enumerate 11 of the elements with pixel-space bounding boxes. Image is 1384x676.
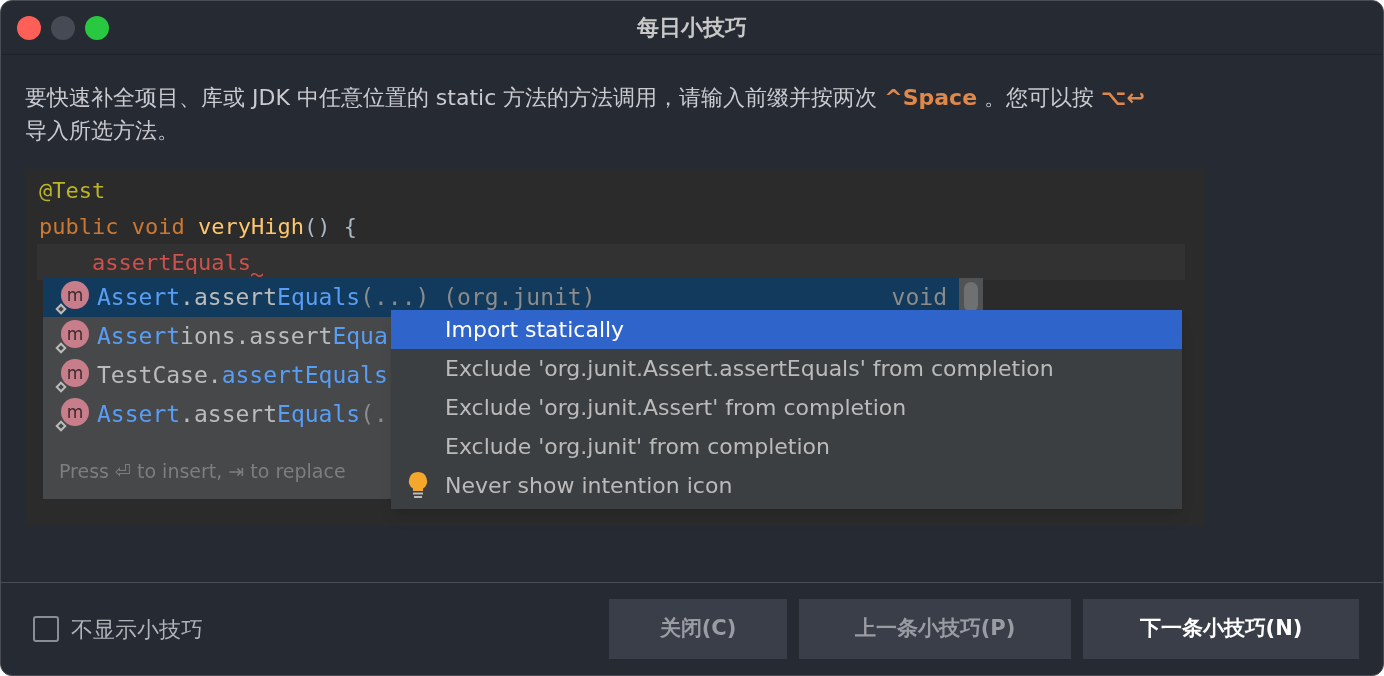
return-type: void: [891, 283, 947, 313]
completion-text: Assertions.assertEqua: [97, 322, 388, 352]
completion-text: TestCase.assertEquals: [97, 361, 388, 391]
checkbox-label: 不显示小技巧: [71, 615, 203, 644]
code-line: @Test: [38, 176, 106, 205]
code-line: assertEquals: [91, 248, 251, 277]
completion-text: Assert.assertEquals(.: [97, 400, 388, 430]
code-line: public void veryHigh() {: [38, 212, 357, 241]
window-title: 每日小技巧: [637, 14, 747, 42]
tip-text: 要快速补全项目、库或 JDK 中任意位置的 static 方法的方法调用，请输入前缀并按两次 ^Space 。您可以按 ⌥↩ 导入所选方法。: [25, 84, 1146, 145]
completion-text: Assert.assertEquals(...) (org.junit): [97, 283, 596, 313]
